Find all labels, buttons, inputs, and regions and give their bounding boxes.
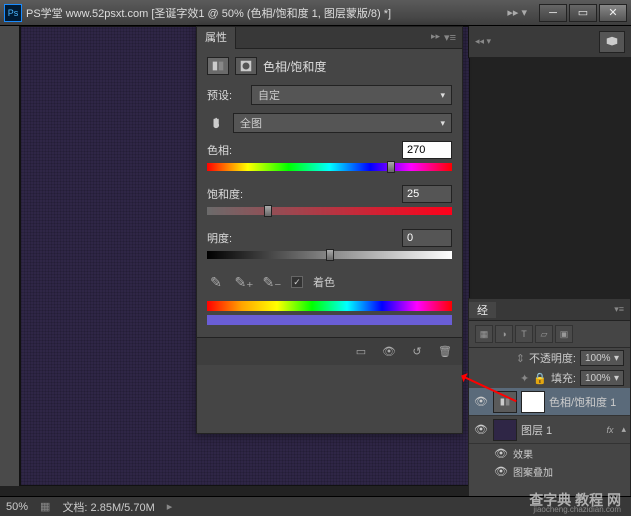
- preset-dropdown[interactable]: 自定: [251, 85, 452, 105]
- dock-panel-icon[interactable]: [599, 31, 625, 53]
- hue-thumb[interactable]: [387, 161, 395, 173]
- lightness-input[interactable]: [402, 229, 452, 247]
- effects-row[interactable]: 👁 效果: [469, 444, 630, 462]
- opacity-label: 不透明度:: [529, 350, 576, 366]
- visibility-icon[interactable]: 👁: [493, 445, 509, 461]
- fill-input[interactable]: 100%▾: [580, 370, 624, 386]
- mask-thumb[interactable]: [521, 391, 545, 413]
- paths-tab[interactable]: 经: [469, 302, 496, 318]
- panel-title: 色相/饱和度: [263, 58, 326, 75]
- hue-label: 色相:: [207, 142, 232, 158]
- hue-slider[interactable]: [207, 163, 452, 171]
- visibility-icon[interactable]: 👁: [473, 394, 489, 410]
- colorize-checkbox[interactable]: ✓: [291, 276, 303, 288]
- effect-item-row[interactable]: 👁 图案叠加: [469, 462, 630, 480]
- panel-tab-bar: 属性 ▸▸ ▾≡: [197, 27, 462, 49]
- layers-filter-bar: ▦ ◑ T ▱ ▣: [469, 321, 630, 348]
- layers-tab-bar: 经 ▾≡: [469, 299, 630, 321]
- status-icon[interactable]: ▦: [40, 500, 50, 513]
- layer-thumb[interactable]: [493, 419, 517, 441]
- view-icon[interactable]: 👁: [380, 343, 398, 361]
- layers-panel: 经 ▾≡ ▦ ◑ T ▱ ▣ ⇕ 不透明度: 100%▾ ✦ 🔒 填充: 100…: [468, 298, 631, 516]
- left-toolbar: [0, 26, 20, 486]
- right-dock: ◂◂ ▾: [468, 26, 631, 58]
- fx-badge[interactable]: fx: [606, 425, 617, 435]
- photoshop-icon: Ps: [4, 4, 22, 22]
- maximize-button[interactable]: ▭: [569, 4, 597, 22]
- saturation-label: 饱和度:: [207, 186, 243, 202]
- saturation-slider[interactable]: [207, 207, 452, 215]
- layer-list: 👁 色相/饱和度 1 👁 图层 1 fx ▴ 👁 效果 👁 图案叠加: [469, 388, 630, 480]
- hand-icon[interactable]: [207, 113, 227, 133]
- fx-chevron-icon[interactable]: ▴: [621, 424, 626, 435]
- filter-smart-icon[interactable]: ▣: [555, 325, 573, 343]
- layer-name: 色相/饱和度 1: [549, 394, 626, 410]
- properties-tab[interactable]: 属性: [197, 27, 236, 49]
- doc-info-chevron-icon[interactable]: ▸: [167, 500, 173, 513]
- properties-panel: 属性 ▸▸ ▾≡ 色相/饱和度 预设: 自定 全图: [196, 26, 463, 434]
- eyedropper-add-icon[interactable]: ✎₊: [235, 273, 253, 291]
- filter-text-icon[interactable]: T: [515, 325, 533, 343]
- zoom-level[interactable]: 50%: [6, 501, 28, 513]
- visibility-icon[interactable]: 👁: [493, 463, 509, 479]
- layer-name: 图层 1: [521, 422, 602, 438]
- lock-plus-icon[interactable]: ✦: [520, 372, 529, 385]
- clip-icon[interactable]: ▭: [352, 343, 370, 361]
- layers-menu-icon[interactable]: ▾≡: [608, 304, 630, 315]
- lightness-label: 明度:: [207, 230, 232, 246]
- filter-image-icon[interactable]: ▦: [475, 325, 493, 343]
- close-button[interactable]: ✕: [599, 4, 627, 22]
- layer-row-hue-saturation[interactable]: 👁 色相/饱和度 1: [469, 388, 630, 416]
- delete-icon[interactable]: 🗑: [436, 343, 454, 361]
- lock-icon[interactable]: 🔒: [533, 372, 547, 385]
- fill-label: 填充:: [551, 370, 576, 386]
- saturation-thumb[interactable]: [264, 205, 272, 217]
- filter-shape-icon[interactable]: ▱: [535, 325, 553, 343]
- panel-collapse-icon[interactable]: ▸▸: [431, 31, 440, 44]
- colorize-label: 着色: [313, 274, 335, 290]
- eyedropper-subtract-icon[interactable]: ✎₋: [263, 273, 281, 291]
- tab-arrows-icon[interactable]: ▸▸ ▾: [507, 6, 527, 19]
- panel-footer: ▭ 👁 ↺ 🗑: [197, 337, 462, 365]
- opacity-input[interactable]: 100%▾: [580, 350, 624, 366]
- preset-label: 预设:: [207, 87, 245, 103]
- visibility-icon[interactable]: 👁: [473, 422, 489, 438]
- panel-menu-icon[interactable]: ▾≡: [444, 31, 456, 44]
- spectrum-source: [207, 301, 452, 311]
- adjustment-icon[interactable]: [207, 57, 229, 75]
- mask-icon[interactable]: [235, 57, 257, 75]
- filter-adjust-icon[interactable]: ◑: [495, 325, 513, 343]
- layer-row-1[interactable]: 👁 图层 1 fx ▴: [469, 416, 630, 444]
- watermark-sub: jiaocheng.chazidian.com: [533, 505, 621, 514]
- title-bar: Ps PS学堂 www.52psxt.com [圣诞字效1 @ 50% (色相/…: [0, 0, 631, 26]
- arrows-icon[interactable]: ⇕: [516, 352, 525, 365]
- eyedropper-icon[interactable]: ✎: [207, 273, 225, 291]
- range-dropdown[interactable]: 全图: [233, 113, 452, 133]
- dock-menu-icon[interactable]: ◂◂ ▾: [475, 36, 491, 47]
- minimize-button[interactable]: ─: [539, 4, 567, 22]
- window-title: PS学堂 www.52psxt.com [圣诞字效1 @ 50% (色相/饱和度…: [26, 5, 507, 21]
- lightness-slider[interactable]: [207, 251, 452, 259]
- hue-input[interactable]: [402, 141, 452, 159]
- spectrum-result: [207, 315, 452, 325]
- reset-icon[interactable]: ↺: [408, 343, 426, 361]
- saturation-input[interactable]: [402, 185, 452, 203]
- lightness-thumb[interactable]: [326, 249, 334, 261]
- doc-info: 文档: 2.85M/5.70M: [62, 499, 154, 515]
